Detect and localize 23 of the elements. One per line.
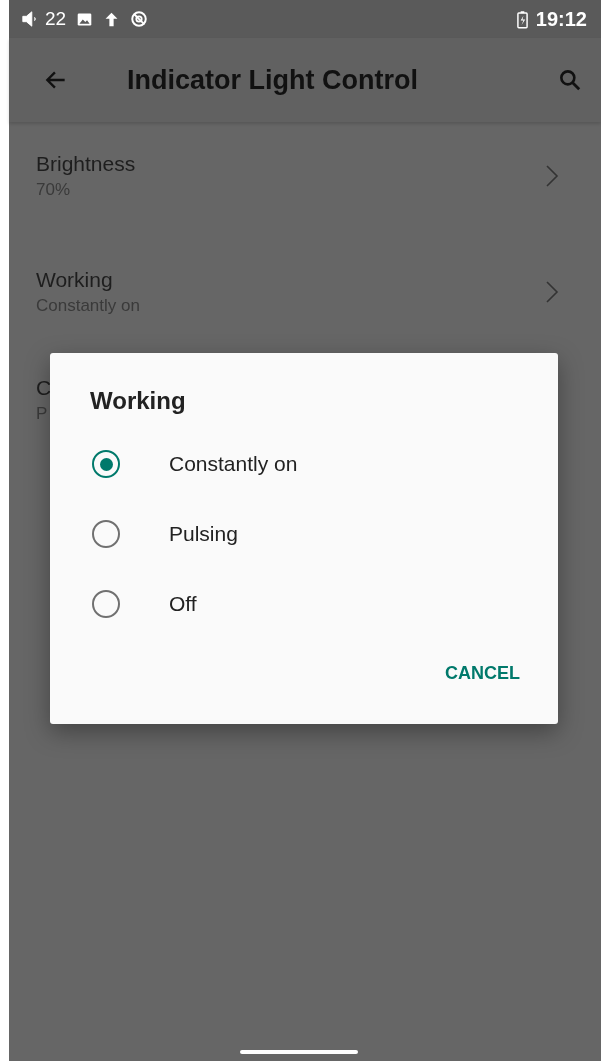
radio-option[interactable]: Off	[50, 569, 558, 639]
circle-slash-icon	[130, 10, 149, 28]
option-label: Off	[169, 592, 197, 616]
radio-button[interactable]	[92, 590, 120, 618]
radio-option[interactable]: Constantly on	[50, 429, 558, 499]
chevron-right-icon	[545, 280, 559, 304]
clock-time: 19:12	[535, 7, 587, 31]
speaker-icon	[21, 10, 39, 28]
setting-title: Brightness	[36, 152, 136, 176]
option-label: Constantly on	[169, 452, 298, 476]
volume-level: 22	[45, 8, 67, 30]
dialog-title: Working	[90, 387, 187, 415]
setting-title: C	[36, 376, 52, 400]
battery-charging-icon	[516, 9, 528, 29]
cancel-button[interactable]: CANCEL	[437, 657, 528, 690]
radio-button[interactable]	[92, 520, 120, 548]
option-label: Pulsing	[169, 522, 238, 546]
radio-option[interactable]: Pulsing	[50, 499, 558, 569]
setting-title: Working	[36, 268, 114, 292]
search-icon[interactable]	[557, 67, 583, 93]
chevron-right-icon	[545, 164, 559, 188]
radio-button-checked[interactable]	[92, 450, 120, 478]
screen-title: Indicator Light Control	[127, 64, 419, 96]
